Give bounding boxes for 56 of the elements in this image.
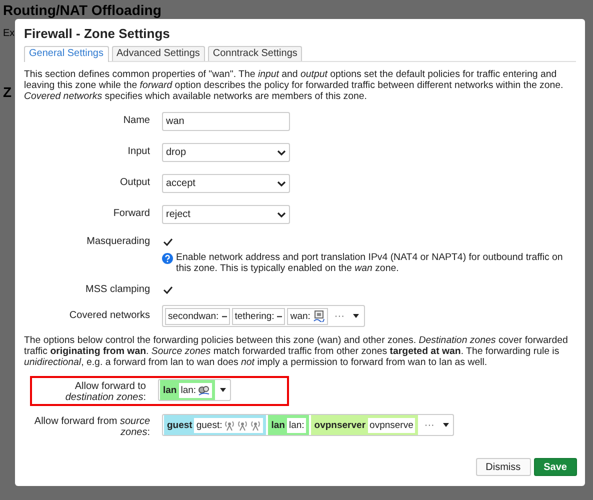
tab[interactable]: General Settings bbox=[24, 46, 108, 62]
zone-name: lan bbox=[163, 384, 177, 396]
name-field[interactable]: wan bbox=[162, 112, 290, 131]
tab[interactable]: Advanced Settings bbox=[112, 46, 205, 61]
zones-dropdown[interactable]: guest guest: lan lan: ovpnserver ovpnserve ··· bbox=[162, 414, 454, 436]
dialog-title: Firewall - Zone Settings bbox=[24, 26, 171, 41]
antenna-icon bbox=[224, 420, 236, 430]
select-field[interactable]: reject bbox=[162, 205, 290, 224]
zone-name: ovpnserver bbox=[314, 420, 366, 430]
network-icon bbox=[198, 384, 210, 396]
help-text: Enable network address and port translation IPv4 (NAT4 or NAPT4) for outbound traffic on this zone. This is typically enabled on the wan zone. bbox=[176, 252, 564, 274]
tab[interactable]: Conntrack Settings bbox=[208, 46, 302, 61]
select-field[interactable]: drop bbox=[162, 143, 290, 162]
caret-icon bbox=[220, 388, 226, 392]
field-label: Masquerading bbox=[86, 236, 150, 247]
caret-icon bbox=[443, 423, 450, 427]
network-chip: wan: bbox=[287, 308, 328, 324]
description: This section defines common properties of "wan". The input and output options set the default policies for traffic entering and leaving this zone while the forward option describes the policy for forwarded traffic between different networks within the zone. Covered networks specifies which available networks are members of this zone. bbox=[24, 69, 564, 102]
zone-name: lan bbox=[271, 420, 285, 430]
field-label: Covered networks bbox=[68, 309, 150, 321]
networks-dropdown[interactable]: secondwan: tethering: wan: ··· bbox=[162, 305, 366, 327]
network-chip: secondwan: bbox=[165, 308, 230, 324]
zones-dropdown[interactable]: lan lan: bbox=[158, 379, 232, 401]
zone-networks: lan: bbox=[286, 418, 306, 432]
more-indicator: ··· bbox=[333, 310, 346, 322]
checkbox[interactable] bbox=[162, 236, 173, 247]
save-button[interactable]: Save bbox=[534, 458, 577, 476]
zone-networks: guest: bbox=[194, 418, 264, 432]
field-label: Allow forward from source zones: bbox=[33, 415, 150, 438]
zone-name: guest bbox=[167, 420, 192, 430]
field-label: Output bbox=[118, 176, 150, 188]
field-label: Forward bbox=[112, 207, 150, 219]
antenna-icon bbox=[250, 420, 262, 430]
dismiss-button[interactable]: Dismiss bbox=[476, 458, 531, 476]
section-heading: Z bbox=[3, 84, 13, 100]
dash-icon bbox=[277, 314, 282, 318]
zone-networks: ovpnserve bbox=[368, 418, 416, 432]
select-field[interactable]: accept bbox=[162, 174, 290, 193]
dash-icon bbox=[222, 314, 227, 318]
field-label: Name bbox=[122, 114, 150, 126]
chevron-icon bbox=[277, 150, 286, 156]
port-icon bbox=[313, 310, 326, 322]
forwarding-description: The options below control the forwarding policies between this zone (wan) and other zones. Destination zones cover forwarded traffic originating from wan. Source zones match forwarded traffic from other zones targeted at wan. The forwarding rule is unidirectional, e.g. a forward from lan to wan does not imply a permission to forward from wan to lan as well. bbox=[24, 335, 569, 368]
field-label: Allow forward to destination zones: bbox=[64, 380, 146, 403]
antenna-icon bbox=[237, 420, 248, 430]
chevron-icon bbox=[277, 180, 286, 186]
network-chip: tethering: bbox=[232, 308, 286, 324]
help-icon bbox=[162, 253, 173, 264]
page-heading: Routing/NAT Offloading bbox=[3, 2, 162, 18]
caret-icon bbox=[353, 314, 360, 318]
field-label: MSS clamping bbox=[84, 284, 150, 295]
zone-networks: lan: bbox=[178, 382, 212, 398]
checkbox[interactable] bbox=[162, 284, 173, 295]
chevron-icon bbox=[277, 212, 286, 218]
more-indicator: ··· bbox=[423, 420, 436, 430]
field-label: Input bbox=[126, 145, 150, 157]
